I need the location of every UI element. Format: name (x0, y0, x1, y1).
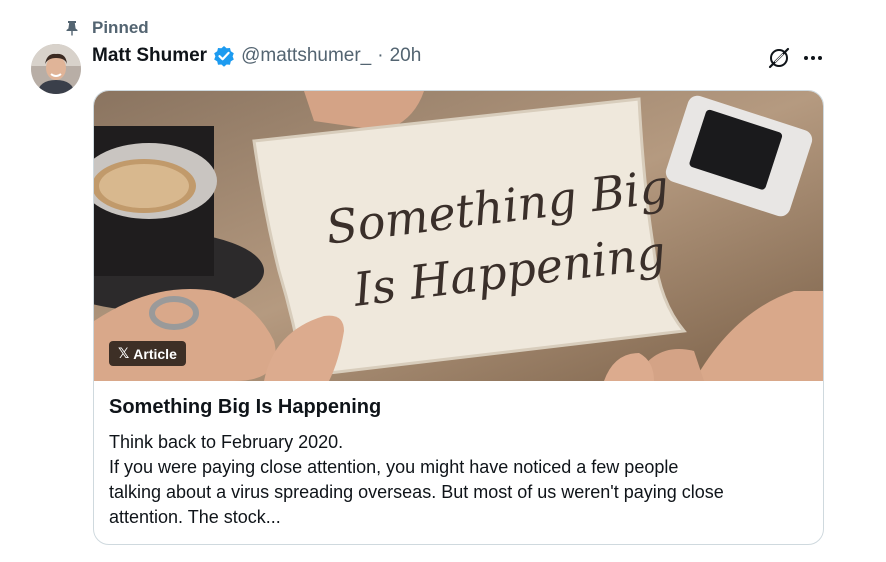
snippet-line: Think back to February 2020. (109, 432, 344, 452)
article-snippet: Think back to February 2020. If you were… (109, 430, 814, 530)
pinned-indicator: Pinned (64, 17, 149, 39)
post-timestamp[interactable]: 20h (390, 45, 422, 67)
author-handle[interactable]: @mattshumer_ (241, 45, 371, 67)
x-logo-icon: 𝕏 (118, 345, 130, 361)
article-badge-label: Article (133, 345, 177, 362)
pinned-label: Pinned (92, 18, 149, 37)
more-options-icon[interactable] (800, 45, 826, 71)
post-header: Matt Shumer @mattshumer_ · 20h (92, 42, 421, 70)
avatar[interactable] (31, 44, 81, 94)
article-card[interactable]: Something Big Is Happening 𝕏 Article Som… (93, 90, 824, 545)
snippet-line: talking about a virus spreading overseas… (109, 482, 724, 502)
author-name[interactable]: Matt Shumer (92, 45, 207, 67)
pin-icon (66, 21, 78, 36)
article-cover-image: Something Big Is Happening (94, 91, 823, 381)
snippet-line: attention. The stock... (109, 507, 281, 527)
grok-icon[interactable] (766, 45, 792, 71)
snippet-line: If you were paying close attention, you … (109, 457, 679, 477)
verified-badge-icon[interactable] (213, 45, 235, 67)
separator: · (377, 45, 384, 66)
article-title[interactable]: Something Big Is Happening (109, 396, 381, 419)
article-badge: 𝕏 Article (109, 341, 186, 366)
